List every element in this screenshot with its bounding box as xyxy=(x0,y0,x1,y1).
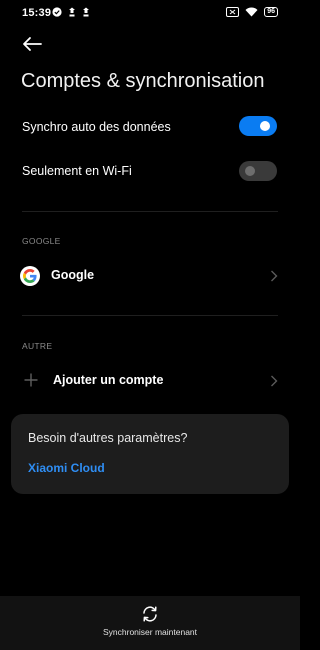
google-account-row[interactable]: Google xyxy=(0,254,300,298)
auto-sync-toggle[interactable] xyxy=(239,116,277,136)
more-settings-card: Besoin d'autres paramètres? Xiaomi Cloud xyxy=(11,414,289,494)
sync-icon xyxy=(143,606,157,622)
bottom-bar: Synchroniser maintenant xyxy=(0,596,300,650)
wifi-only-row[interactable]: Seulement en Wi-Fi xyxy=(0,158,300,184)
plus-icon xyxy=(24,373,38,387)
auto-sync-label: Synchro auto des données xyxy=(22,120,171,134)
status-right-icons: 96 xyxy=(226,7,278,17)
notification-icon xyxy=(69,7,75,17)
page-title: Comptes & synchronisation xyxy=(21,70,265,92)
section-header-other: AUTRE xyxy=(22,341,53,351)
status-left-icons xyxy=(52,7,90,17)
card-title: Besoin d'autres paramètres? xyxy=(28,431,188,445)
status-time: 15:39 xyxy=(22,7,52,19)
chevron-right-icon xyxy=(271,270,278,282)
divider xyxy=(22,315,278,316)
sync-now-button[interactable]: Synchroniser maintenant xyxy=(0,596,300,650)
section-header-google: GOOGLE xyxy=(22,236,61,246)
add-account-row[interactable]: Ajouter un compte xyxy=(0,359,300,403)
google-account-label: Google xyxy=(51,268,95,282)
status-bar: 15:39 96 xyxy=(0,0,300,28)
notification-icon-2 xyxy=(83,7,89,17)
wifi-icon xyxy=(245,7,258,17)
xiaomi-cloud-link[interactable]: Xiaomi Cloud xyxy=(28,461,105,475)
toggle-knob xyxy=(245,166,255,176)
sim-off-icon xyxy=(226,7,240,17)
google-logo-icon xyxy=(20,266,40,286)
chevron-right-icon xyxy=(271,375,278,387)
check-badge-icon xyxy=(52,7,62,17)
auto-sync-row[interactable]: Synchro auto des données xyxy=(0,114,300,140)
battery-icon: 96 xyxy=(264,7,278,17)
wifi-only-toggle[interactable] xyxy=(239,161,277,181)
divider xyxy=(22,211,278,212)
toggle-knob xyxy=(260,121,270,131)
sync-now-label: Synchroniser maintenant xyxy=(102,627,198,637)
back-arrow-icon[interactable] xyxy=(22,36,42,52)
add-account-label: Ajouter un compte xyxy=(53,373,164,387)
wifi-only-label: Seulement en Wi-Fi xyxy=(22,164,132,178)
